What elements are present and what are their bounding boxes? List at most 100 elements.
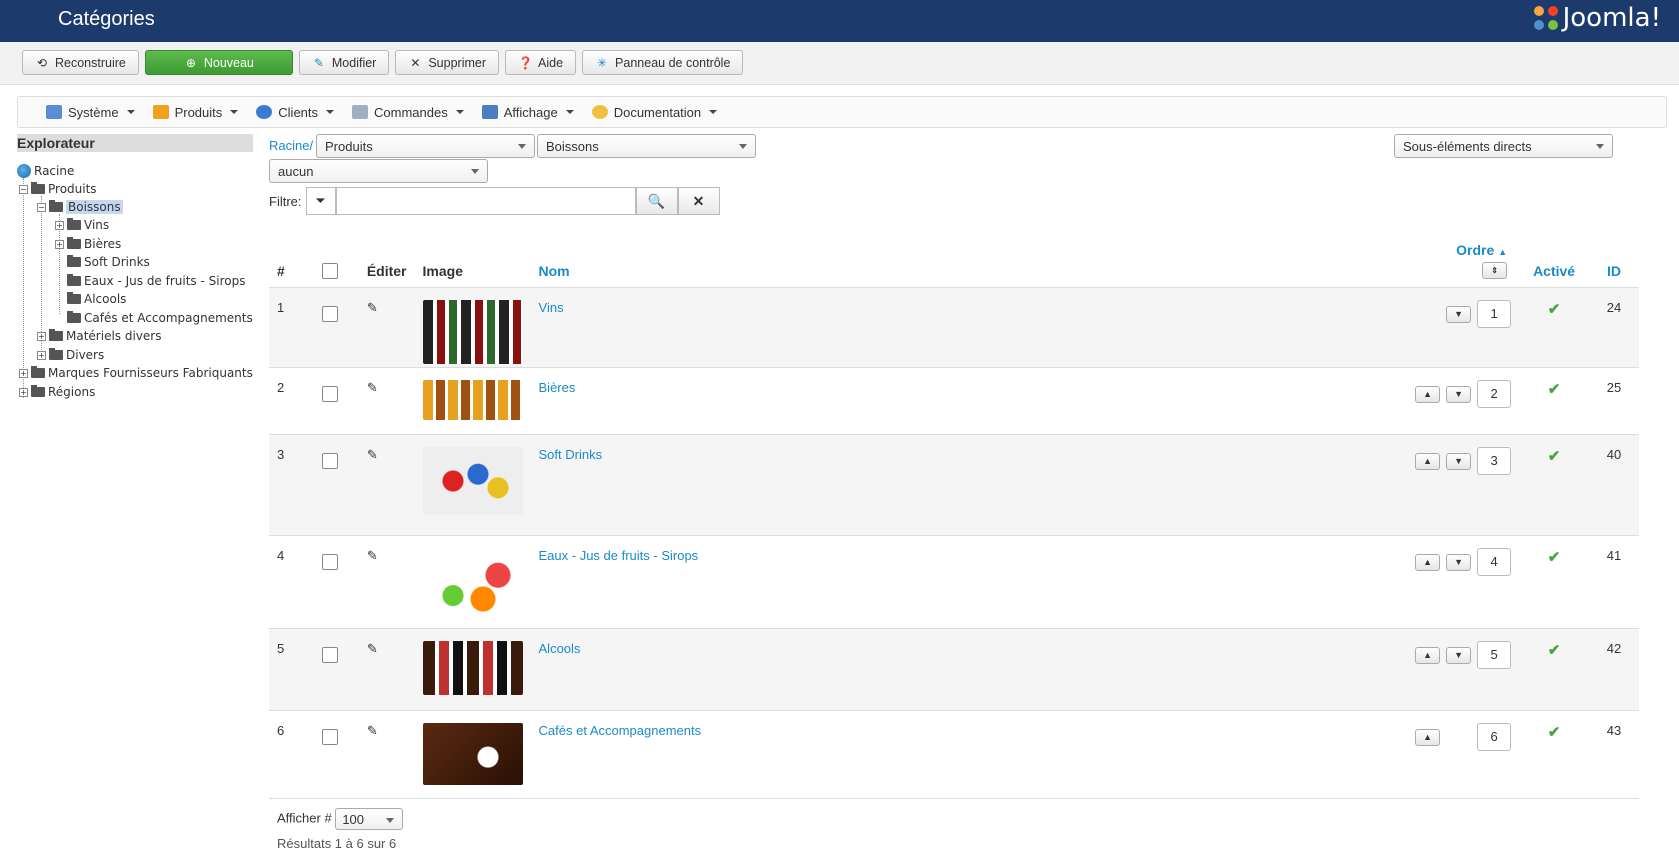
- category-link[interactable]: Alcools: [539, 641, 581, 656]
- tree-node-eaux[interactable]: Eaux - Jus de fruits - Sirops: [67, 274, 245, 288]
- move-up-button[interactable]: ▲: [1415, 728, 1441, 746]
- move-up-button[interactable]: ▲: [1415, 646, 1441, 664]
- move-down-button[interactable]: ▼: [1446, 385, 1472, 403]
- expand-icon[interactable]: +: [37, 331, 46, 341]
- expand-icon[interactable]: +: [19, 387, 28, 397]
- order-input[interactable]: 4: [1477, 548, 1512, 576]
- select-all-checkbox[interactable]: [321, 263, 338, 279]
- order-input[interactable]: 1: [1477, 300, 1512, 328]
- rebuild-label: Reconstruire: [55, 55, 126, 70]
- save-order-button[interactable]: ⇕: [1482, 262, 1508, 279]
- filter-input[interactable]: [335, 187, 636, 215]
- check-icon[interactable]: ✔: [1548, 642, 1561, 659]
- expand-icon[interactable]: +: [19, 368, 28, 378]
- search-button[interactable]: 🔍: [635, 187, 678, 215]
- level3-select[interactable]: aucun: [269, 159, 488, 183]
- move-down-button[interactable]: ▼: [1446, 553, 1472, 571]
- tree-node-alcools[interactable]: Alcools: [67, 292, 126, 306]
- edit-icon[interactable]: ✎: [358, 367, 415, 435]
- menu-system[interactable]: Système: [46, 105, 135, 120]
- tree-node-soft-drinks[interactable]: Soft Drinks: [67, 255, 150, 269]
- control-panel-button[interactable]: ✳ Panneau de contrôle: [582, 50, 744, 75]
- limit-select[interactable]: 100: [335, 808, 404, 830]
- menu-products[interactable]: Produits: [152, 105, 239, 120]
- sort-active-link[interactable]: Activé: [1533, 263, 1575, 279]
- liquor-bottles-image: [422, 641, 523, 695]
- tree-node-boissons[interactable]: − Boissons: [37, 200, 123, 214]
- row-checkbox[interactable]: [321, 386, 338, 402]
- orders-icon: [352, 105, 369, 119]
- category-link[interactable]: Cafés et Accompagnements: [539, 723, 702, 738]
- scope-select[interactable]: Sous-éléments directs: [1394, 134, 1613, 158]
- move-down-button[interactable]: ▼: [1446, 452, 1472, 470]
- rebuild-button[interactable]: ⟲ Reconstruire: [22, 50, 139, 75]
- tree-node-marques[interactable]: + Marques Fournisseurs Fabriquants: [19, 366, 253, 380]
- select-value: Boissons: [546, 139, 599, 154]
- check-icon[interactable]: ✔: [1548, 381, 1561, 398]
- edit-icon[interactable]: ✎: [358, 628, 415, 711]
- clear-filter-button[interactable]: ✕: [677, 187, 720, 215]
- menu-display[interactable]: Affichage: [481, 105, 574, 120]
- row-select: [313, 287, 359, 368]
- collapse-icon[interactable]: −: [19, 184, 28, 194]
- tree-node-cafes[interactable]: Cafés et Accompagnements: [67, 311, 253, 325]
- tree-node-vins[interactable]: + Vins: [55, 218, 109, 232]
- tree-node-divers[interactable]: + Divers: [37, 348, 104, 362]
- row-checkbox[interactable]: [321, 554, 338, 570]
- edit-button[interactable]: ✎ Modifier: [298, 50, 390, 75]
- edit-icon[interactable]: ✎: [358, 434, 415, 536]
- category-link[interactable]: Bières: [539, 380, 576, 395]
- menu-orders[interactable]: Commandes: [352, 105, 464, 120]
- check-icon[interactable]: ✔: [1548, 724, 1561, 741]
- tree-node-bieres[interactable]: + Bières: [55, 237, 121, 251]
- category-link[interactable]: Eaux - Jus de fruits - Sirops: [539, 548, 699, 563]
- tree-node-root[interactable]: Racine: [17, 164, 74, 178]
- menu-clients[interactable]: Clients: [256, 105, 335, 120]
- check-icon[interactable]: ✔: [1548, 301, 1561, 318]
- breadcrumb-root[interactable]: Racine/: [269, 138, 313, 153]
- edit-icon[interactable]: ✎: [358, 535, 415, 629]
- tree-node-regions[interactable]: + Régions: [19, 385, 95, 399]
- sort-order-link[interactable]: Ordre: [1456, 242, 1494, 258]
- edit-icon[interactable]: ✎: [358, 287, 415, 368]
- col-id[interactable]: ID: [1589, 242, 1639, 288]
- edit-icon: ✎: [313, 55, 324, 70]
- check-icon[interactable]: ✔: [1548, 549, 1561, 566]
- col-active[interactable]: Activé: [1519, 242, 1590, 288]
- tree-node-materiels[interactable]: + Matériels divers: [37, 329, 161, 343]
- select-value: aucun: [278, 164, 314, 179]
- col-name[interactable]: Nom: [530, 242, 1408, 288]
- row-checkbox[interactable]: [321, 306, 338, 322]
- level2-select[interactable]: Boissons: [537, 134, 756, 158]
- category-link[interactable]: Vins: [539, 300, 564, 315]
- help-button[interactable]: ❓ Aide: [505, 50, 577, 75]
- order-input[interactable]: 3: [1477, 447, 1512, 475]
- sort-name-link[interactable]: Nom: [539, 263, 570, 279]
- move-down-button[interactable]: ▼: [1446, 646, 1472, 664]
- row-checkbox[interactable]: [321, 453, 338, 469]
- move-up-button[interactable]: ▲: [1415, 553, 1441, 571]
- level1-select[interactable]: Produits: [316, 134, 535, 158]
- move-up-button[interactable]: ▲: [1415, 452, 1441, 470]
- expand-icon[interactable]: +: [55, 220, 64, 230]
- move-up-button[interactable]: ▲: [1415, 385, 1441, 403]
- edit-icon[interactable]: ✎: [358, 710, 415, 799]
- menu-documentation[interactable]: Documentation: [591, 105, 718, 120]
- order-input[interactable]: 6: [1477, 723, 1512, 751]
- row-checkbox[interactable]: [321, 729, 338, 745]
- delete-button[interactable]: ✕ Supprimer: [395, 50, 500, 75]
- order-input[interactable]: 5: [1477, 641, 1512, 669]
- row-checkbox[interactable]: [321, 647, 338, 663]
- check-icon[interactable]: ✔: [1548, 448, 1561, 465]
- move-down-button[interactable]: ▼: [1446, 305, 1472, 323]
- expand-icon[interactable]: +: [37, 350, 46, 360]
- category-link[interactable]: Soft Drinks: [539, 447, 603, 462]
- search-icon: 🔍: [647, 192, 666, 209]
- collapse-icon[interactable]: −: [37, 202, 46, 212]
- expand-icon[interactable]: +: [55, 239, 64, 249]
- order-input[interactable]: 2: [1477, 380, 1512, 408]
- sort-id-link[interactable]: ID: [1607, 263, 1621, 279]
- pagination: Afficher # 100 Résultats 1 à 6 sur 6: [277, 808, 404, 851]
- new-button[interactable]: ⊕ Nouveau: [144, 50, 293, 75]
- tree-node-products[interactable]: − Produits: [19, 182, 97, 196]
